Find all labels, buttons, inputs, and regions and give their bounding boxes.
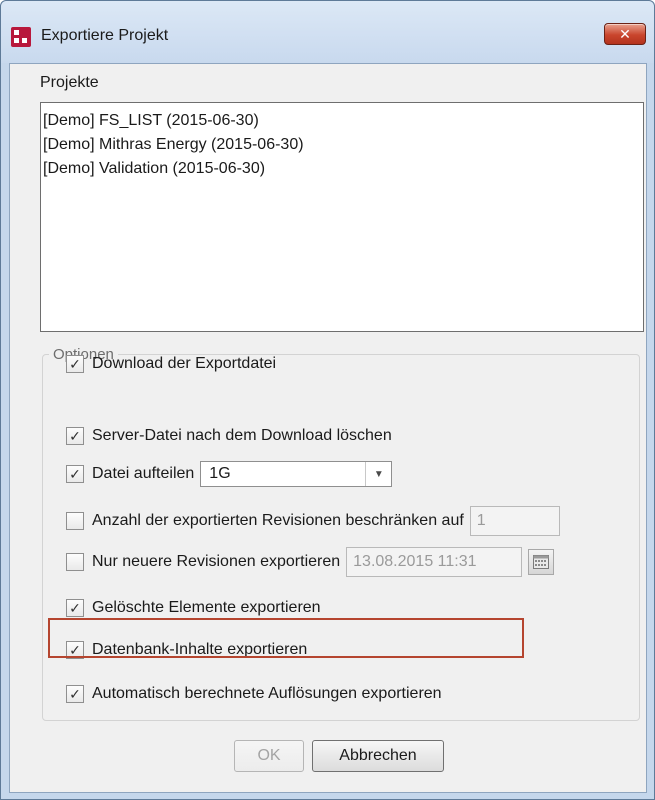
split-size-value: 1G (209, 465, 231, 482)
auto-resolutions-checkbox[interactable]: ✓ (66, 685, 84, 703)
window-title: Exportiere Projekt (41, 27, 169, 44)
close-button[interactable]: ✕ (604, 23, 646, 45)
check-icon: ✓ (69, 356, 81, 372)
check-icon: ✓ (69, 686, 81, 702)
download-checkbox[interactable]: ✓ (66, 355, 84, 373)
option-auto-resolutions[interactable]: ✓ Automatisch berechnete Auflösungen exp… (66, 682, 442, 706)
revision-count-value: 1 (476, 512, 486, 529)
auto-resolutions-label: Automatisch berechnete Auflösungen expor… (92, 685, 442, 702)
list-item[interactable]: [Demo] Mithras Energy (2015-06-30) (43, 133, 641, 157)
delete-server-file-label: Server-Datei nach dem Download löschen (92, 427, 392, 444)
newer-revisions-label: Nur neuere Revisionen exportieren (92, 553, 341, 570)
revision-count-input[interactable]: 1 (469, 506, 560, 536)
calendar-icon (533, 555, 550, 569)
cancel-button[interactable]: Abbrechen (312, 740, 444, 772)
projects-label: Projekte (40, 74, 99, 91)
option-delete-server-file[interactable]: ✓ Server-Datei nach dem Download löschen (66, 424, 392, 448)
deleted-elements-label: Gelöschte Elemente exportieren (92, 599, 321, 616)
ok-button[interactable]: OK (234, 740, 304, 772)
delete-server-file-checkbox[interactable]: ✓ (66, 427, 84, 445)
close-icon: ✕ (619, 25, 631, 42)
split-file-label: Datei aufteilen (92, 465, 195, 482)
revision-date-value: 13.08.2015 11:31 (353, 553, 477, 570)
deleted-elements-checkbox[interactable]: ✓ (66, 599, 84, 617)
check-icon: ✓ (69, 428, 81, 444)
newer-revisions-checkbox[interactable] (66, 553, 84, 571)
projects-list[interactable]: [Demo] FS_LIST (2015-06-30) [Demo] Mithr… (40, 102, 644, 332)
option-deleted-elements[interactable]: ✓ Gelöschte Elemente exportieren (66, 596, 321, 620)
limit-revisions-checkbox[interactable] (66, 512, 84, 530)
dialog-content: Projekte [Demo] FS_LIST (2015-06-30) [De… (9, 63, 647, 793)
revision-date-input[interactable]: 13.08.2015 11:31 (346, 547, 523, 577)
split-file-checkbox[interactable]: ✓ (66, 465, 84, 483)
list-item[interactable]: [Demo] Validation (2015-06-30) (43, 157, 641, 181)
app-icon (11, 27, 31, 47)
highlight-frame (48, 618, 524, 658)
chevron-down-icon[interactable]: ▼ (365, 462, 391, 486)
check-icon: ✓ (69, 600, 81, 616)
calendar-button[interactable] (528, 549, 555, 575)
download-label: Download der Exportdatei (92, 355, 277, 372)
option-limit-revisions[interactable]: Anzahl der exportierten Revisionen besch… (66, 506, 560, 536)
list-item[interactable]: [Demo] FS_LIST (2015-06-30) (43, 109, 641, 133)
option-split-file[interactable]: ✓ Datei aufteilen 1G ▼ (66, 461, 393, 487)
check-icon: ✓ (69, 466, 81, 482)
option-newer-revisions[interactable]: Nur neuere Revisionen exportieren 13.08.… (66, 547, 555, 577)
option-download[interactable]: ✓ Download der Exportdatei (66, 352, 276, 376)
dialog-window: Exportiere Projekt ✕ Projekte [Demo] FS_… (0, 0, 655, 800)
split-size-select[interactable]: 1G ▼ (200, 461, 393, 487)
title-bar[interactable]: Exportiere Projekt ✕ (1, 1, 654, 63)
limit-revisions-label: Anzahl der exportierten Revisionen besch… (92, 512, 464, 529)
